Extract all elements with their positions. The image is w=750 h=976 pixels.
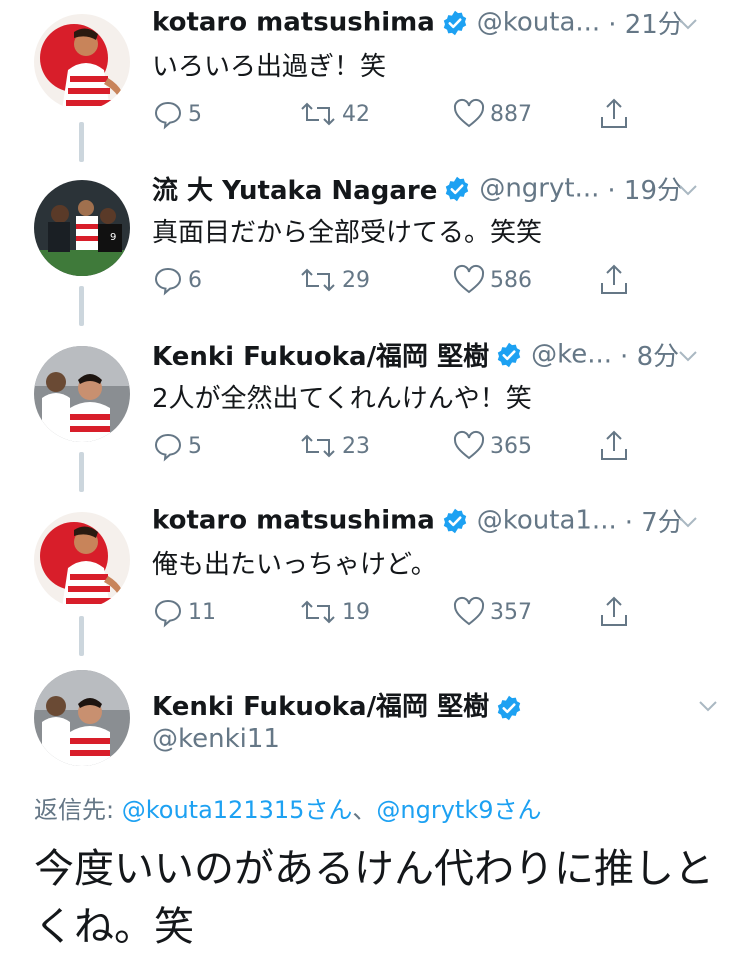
reply-count: 6	[188, 267, 202, 293]
author-handle[interactable]: @ke...	[531, 340, 612, 370]
tweet[interactable]: 9 流 大 Yutaka Nagare @ngryt... · 19分 真面目だから…	[0, 166, 750, 328]
verified-badge-icon	[495, 341, 523, 369]
author-name[interactable]: kotaro matsushima	[152, 506, 435, 536]
reply-button[interactable]: 11	[152, 594, 216, 630]
tweet-text: 真面目だから全部受けてる。笑笑	[152, 218, 543, 248]
chevron-down-icon[interactable]	[676, 344, 700, 368]
reply-icon	[154, 101, 182, 130]
like-count: 887	[490, 101, 532, 127]
author-handle[interactable]: @kouta1...	[477, 506, 617, 536]
retweet-count: 29	[342, 267, 370, 293]
heart-icon	[453, 596, 485, 626]
reply-count: 5	[188, 101, 202, 127]
author-name[interactable]: 流 大 Yutaka Nagare	[152, 176, 437, 206]
avatar[interactable]	[34, 14, 130, 110]
reply-button[interactable]: 5	[152, 428, 202, 464]
like-count: 357	[490, 599, 532, 625]
chevron-down-icon[interactable]	[696, 694, 720, 718]
tweet-actions: 5 42 887	[152, 96, 652, 136]
reply-button[interactable]: 6	[152, 262, 202, 298]
reply-to-link[interactable]: @kouta121315さん	[122, 796, 353, 824]
verified-badge-icon	[443, 175, 471, 203]
reply-to-separator: 、	[352, 796, 377, 824]
like-count: 586	[490, 267, 532, 293]
avatar[interactable]	[34, 512, 130, 608]
timestamp[interactable]: · 7分	[625, 508, 684, 538]
retweet-icon	[301, 102, 335, 126]
heart-icon	[453, 98, 485, 128]
avatar[interactable]: 9	[34, 180, 130, 276]
tweet-text: いろいろ出過ぎ！笑	[152, 52, 387, 82]
chevron-down-icon[interactable]	[676, 178, 700, 202]
svg-text:9: 9	[110, 232, 116, 243]
retweet-button[interactable]: 23	[298, 428, 370, 464]
retweet-count: 23	[342, 433, 370, 459]
replying-to: 返信先: @kouta121315さん、@ngrytk9さん	[34, 790, 541, 825]
heart-icon	[453, 264, 485, 294]
reply-button[interactable]: 5	[152, 96, 202, 132]
author-name[interactable]: Kenki Fukuoka/福岡 堅樹	[152, 342, 489, 372]
author-handle[interactable]: @kenki11	[152, 724, 280, 754]
focus-tweet-text: 今度いいのがあるけん代わりに推しとくね。笑	[34, 846, 714, 950]
tweet[interactable]: kotaro matsushima @kouta... · 21分 いろいろ出過ぎ！…	[0, 0, 750, 162]
author-handle[interactable]: @ngryt...	[479, 174, 599, 204]
like-button[interactable]: 357	[452, 594, 532, 630]
share-button[interactable]	[598, 428, 630, 464]
tweet[interactable]: Kenki Fukuoka/福岡 堅樹 @ke... · 8分 2人が全然出てくれん…	[0, 332, 750, 494]
reply-icon	[154, 433, 182, 462]
share-icon	[601, 430, 627, 460]
retweet-button[interactable]: 19	[298, 594, 370, 630]
timestamp[interactable]: · 21分	[608, 10, 684, 40]
share-icon	[601, 98, 627, 128]
tweet-actions: 5 23 365	[152, 428, 652, 468]
chevron-down-icon[interactable]	[676, 510, 700, 534]
share-button[interactable]	[598, 594, 630, 630]
tweet-text: 2人が全然出てくれんけんや！笑	[152, 384, 532, 414]
author-name[interactable]: kotaro matsushima	[152, 8, 435, 38]
reply-to-label: 返信先:	[34, 796, 122, 824]
like-button[interactable]: 887	[452, 96, 532, 132]
reply-icon	[154, 599, 182, 628]
timestamp[interactable]: · 8分	[620, 342, 679, 372]
chevron-down-icon[interactable]	[676, 12, 700, 36]
verified-badge-icon	[441, 9, 469, 37]
retweet-icon	[301, 434, 335, 458]
retweet-count: 19	[342, 599, 370, 625]
share-button[interactable]	[598, 96, 630, 132]
reply-count: 5	[188, 433, 202, 459]
like-button[interactable]: 365	[452, 428, 532, 464]
retweet-icon	[301, 600, 335, 624]
tweet-text: 俺も出たいっちゃけど。	[152, 550, 437, 580]
retweet-button[interactable]: 42	[298, 96, 370, 132]
share-icon	[601, 596, 627, 626]
verified-badge-icon	[441, 507, 469, 535]
timestamp[interactable]: · 19分	[607, 176, 683, 206]
share-icon	[601, 264, 627, 294]
like-button[interactable]: 586	[452, 262, 532, 298]
avatar[interactable]	[34, 670, 130, 766]
reply-to-link[interactable]: @ngrytk9さん	[376, 796, 541, 824]
retweet-button[interactable]: 29	[298, 262, 370, 298]
verified-badge-icon	[495, 694, 523, 722]
tweet-actions: 11 19 357	[152, 594, 652, 634]
retweet-count: 42	[342, 101, 370, 127]
retweet-icon	[301, 268, 335, 292]
reply-count: 11	[188, 599, 216, 625]
heart-icon	[453, 430, 485, 460]
focus-author[interactable]: Kenki Fukuoka/福岡 堅樹	[152, 686, 531, 723]
author-name[interactable]: Kenki Fukuoka/福岡 堅樹	[152, 692, 489, 722]
tweet[interactable]: kotaro matsushima @kouta1... · 7分 俺も出たいっちゃ…	[0, 498, 750, 660]
like-count: 365	[490, 433, 532, 459]
avatar[interactable]	[34, 346, 130, 442]
reply-icon	[154, 267, 182, 296]
author-handle[interactable]: @kouta...	[477, 8, 600, 38]
tweet-actions: 6 29 586	[152, 262, 652, 302]
share-button[interactable]	[598, 262, 630, 298]
